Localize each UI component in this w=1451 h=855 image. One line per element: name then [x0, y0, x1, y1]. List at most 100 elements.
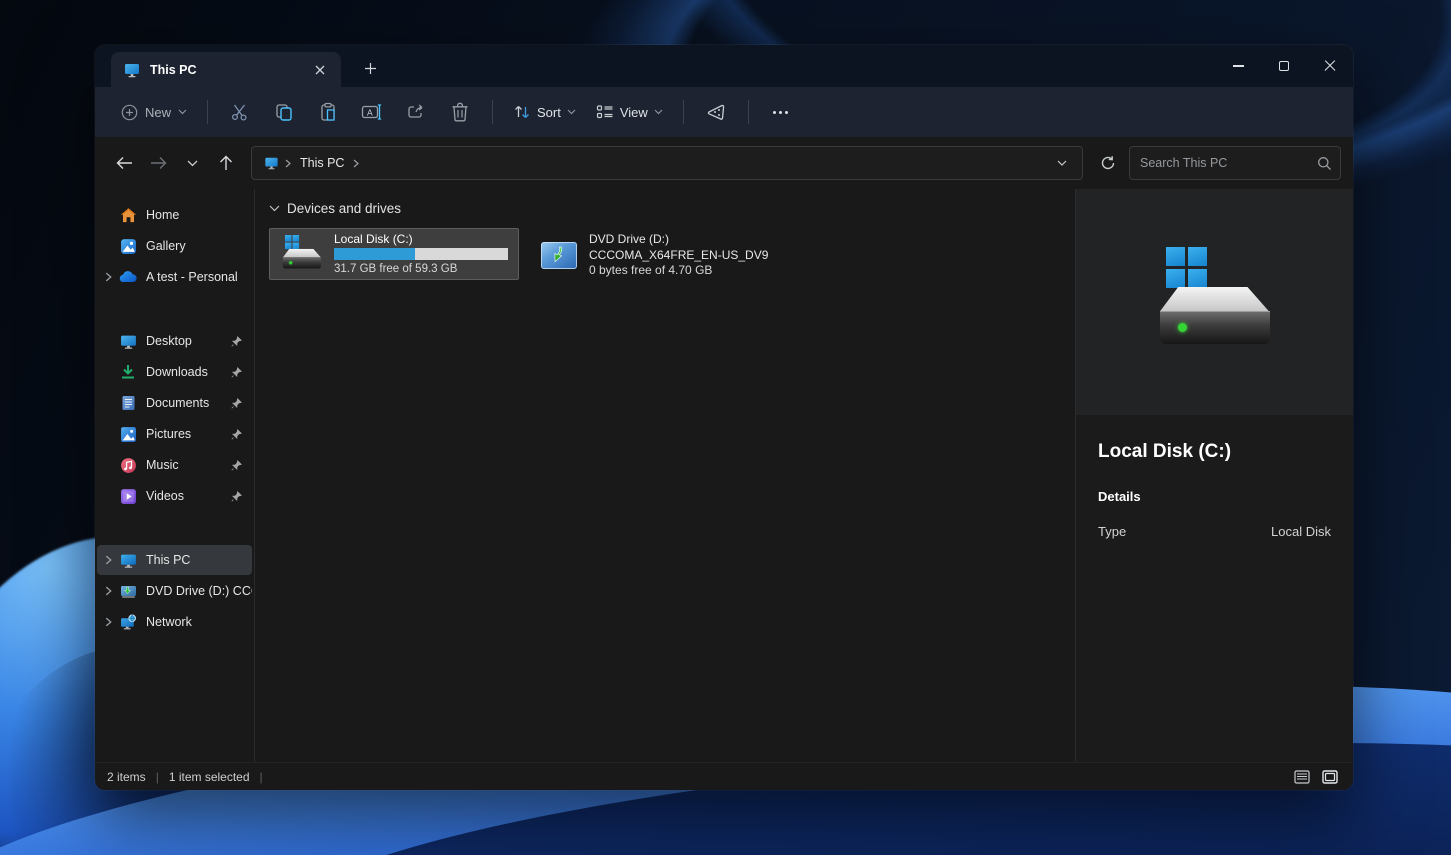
expand-chevron-icon[interactable]	[97, 272, 119, 282]
recent-locations-button[interactable]	[175, 147, 209, 179]
details-row-value: Local Disk	[1271, 524, 1331, 539]
cut-button[interactable]	[220, 94, 260, 130]
large-thumbnails-view-button[interactable]	[1319, 767, 1341, 786]
group-header-devices-and-drives[interactable]: Devices and drives	[269, 201, 1075, 216]
disk-usage-bar	[334, 248, 508, 260]
network-icon	[119, 613, 137, 631]
close-button[interactable]	[1307, 45, 1353, 87]
expand-chevron-icon[interactable]	[97, 586, 119, 596]
expand-chevron-icon[interactable]	[97, 555, 119, 565]
up-button[interactable]	[209, 147, 243, 179]
new-button[interactable]: New	[111, 98, 197, 127]
monitor-icon	[262, 154, 280, 172]
navigation-pane: Home Gallery A test - Personal	[95, 189, 255, 762]
sort-arrows-icon	[513, 104, 531, 120]
sidebar-item-this-pc[interactable]: This PC	[97, 545, 252, 575]
search-icon	[1317, 156, 1332, 171]
documents-icon	[119, 394, 137, 412]
videos-icon	[119, 487, 137, 505]
back-button[interactable]	[107, 147, 141, 179]
share-icon	[406, 102, 426, 122]
expand-chevron-icon[interactable]	[97, 617, 119, 627]
refresh-button[interactable]	[1091, 147, 1125, 179]
address-bar[interactable]: This PC	[251, 146, 1083, 180]
search-input[interactable]	[1140, 156, 1317, 170]
details-view-button[interactable]	[1291, 767, 1313, 786]
pin-icon	[231, 398, 242, 409]
sort-button[interactable]: Sort	[505, 98, 584, 126]
more-options-button[interactable]	[761, 94, 801, 130]
plus-circle-icon	[121, 104, 138, 121]
onedrive-cloud-icon	[119, 268, 137, 286]
maximize-button[interactable]	[1261, 45, 1307, 87]
copy-button[interactable]	[264, 94, 304, 130]
drive-item-dvd-d[interactable]: DVD Drive (D:) CCCOMA_X64FRE_EN-US_DV9 0…	[533, 228, 776, 283]
dvd-drive-icon	[119, 582, 137, 600]
sidebar-item-downloads[interactable]: Downloads	[97, 357, 252, 387]
toolbar-separator	[492, 100, 493, 124]
arrow-right-icon	[150, 156, 167, 170]
rename-icon: A	[361, 102, 383, 122]
sidebar-item-onedrive[interactable]: A test - Personal	[97, 262, 252, 292]
pin-icon	[231, 367, 242, 378]
disk-usage-fill	[334, 248, 415, 260]
view-label: View	[620, 105, 648, 120]
dvd-drive-icon	[541, 242, 577, 269]
search-box[interactable]	[1129, 146, 1341, 180]
chevron-down-icon	[654, 109, 663, 115]
pin-icon	[231, 336, 242, 347]
sidebar-item-documents[interactable]: Documents	[97, 388, 252, 418]
details-row-type: Type Local Disk	[1098, 524, 1331, 539]
file-list-pane[interactable]: Devices and drives Local Disk (C:)	[255, 189, 1076, 762]
delete-button[interactable]	[440, 94, 480, 130]
music-icon	[119, 456, 137, 474]
paste-button[interactable]	[308, 94, 348, 130]
breadcrumb-this-pc[interactable]: This PC	[300, 156, 344, 170]
share-button[interactable]	[396, 94, 436, 130]
selection-count: 1 item selected	[169, 770, 250, 784]
view-button[interactable]: View	[588, 98, 671, 126]
command-bar: New A Sort View	[95, 87, 1353, 137]
sidebar-item-network[interactable]: Network	[97, 607, 252, 637]
local-disk-icon	[276, 235, 326, 273]
paste-icon	[318, 102, 338, 122]
status-bar: 2 items | 1 item selected |	[95, 762, 1353, 790]
arrow-left-icon	[116, 156, 133, 170]
sidebar-item-dvd-drive[interactable]: DVD Drive (D:) CCC	[97, 576, 252, 606]
sidebar-item-videos[interactable]: Videos	[97, 481, 252, 511]
new-tab-button[interactable]	[353, 53, 387, 83]
tab-this-pc[interactable]: This PC	[111, 52, 341, 87]
toolbar-separator	[748, 100, 749, 124]
drive-name-line1: DVD Drive (D:)	[589, 232, 768, 248]
details-view-icon	[1294, 770, 1310, 784]
chevron-down-icon	[567, 109, 576, 115]
copy-icon	[274, 102, 294, 122]
this-pc-icon	[119, 551, 137, 569]
rename-button[interactable]: A	[352, 94, 392, 130]
sidebar-item-home[interactable]: Home	[97, 200, 252, 230]
ellipsis-icon	[773, 111, 788, 114]
desktop-icon	[119, 332, 137, 350]
pin-icon	[231, 491, 242, 502]
tab-label: This PC	[150, 63, 309, 77]
navigation-bar: This PC	[95, 137, 1353, 189]
sidebar-item-desktop[interactable]: Desktop	[97, 326, 252, 356]
forward-button[interactable]	[141, 147, 175, 179]
sidebar-item-music[interactable]: Music	[97, 450, 252, 480]
window-controls	[1215, 45, 1353, 87]
toolbar-separator	[683, 100, 684, 124]
minimize-button[interactable]	[1215, 45, 1261, 87]
sidebar-item-gallery[interactable]: Gallery	[97, 231, 252, 261]
pin-icon	[231, 429, 242, 440]
cut-icon	[230, 102, 250, 122]
pizza-button[interactable]	[696, 94, 736, 130]
tab-close-icon[interactable]	[309, 59, 331, 81]
chevron-down-icon	[1057, 160, 1067, 166]
sidebar-item-pictures[interactable]: Pictures	[97, 419, 252, 449]
svg-text:A: A	[367, 107, 373, 117]
drive-item-local-disk-c[interactable]: Local Disk (C:) 31.7 GB free of 59.3 GB	[269, 228, 519, 280]
file-explorer-window: This PC New A	[95, 45, 1353, 790]
arrow-up-icon	[219, 155, 233, 171]
address-dropdown-button[interactable]	[1048, 150, 1076, 176]
refresh-icon	[1100, 155, 1116, 171]
